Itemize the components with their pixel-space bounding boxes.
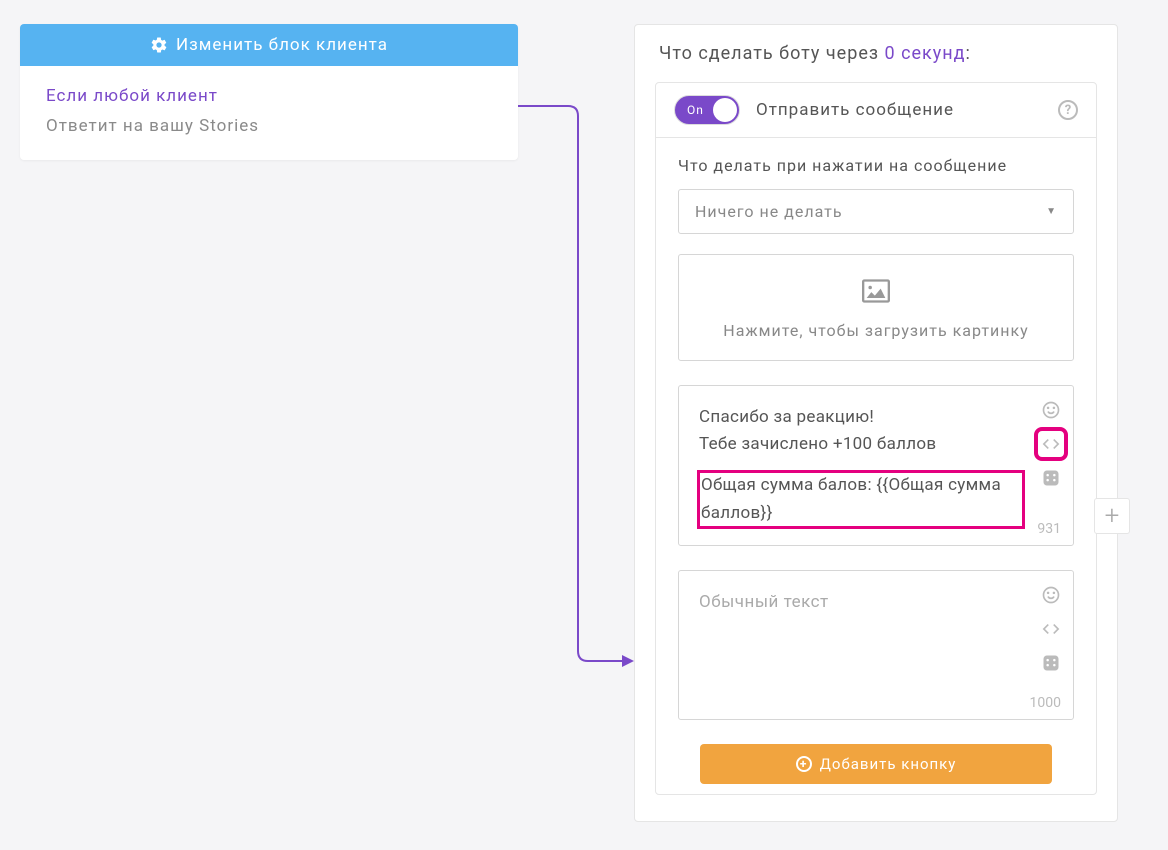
char-count-1: 931	[1037, 521, 1061, 537]
action-toggle[interactable]: On	[674, 95, 740, 125]
delay-value[interactable]: 0 секунд	[884, 43, 965, 64]
chevron-down-icon: ▼	[1046, 206, 1057, 217]
image-upload-area[interactable]: Нажмите, чтобы загрузить картинку	[678, 254, 1074, 361]
message-text-box-2[interactable]: Обычный текст 1000	[678, 570, 1074, 720]
action-card: On Отправить сообщение ? Что делать при …	[655, 82, 1097, 795]
plus-circle-icon: +	[796, 756, 812, 772]
client-condition-line[interactable]: Если любой клиент	[46, 86, 492, 106]
client-trigger-line: Ответит на вашу Stories	[46, 116, 492, 136]
client-block-body: Если любой клиент Ответит на вашу Storie…	[20, 66, 518, 160]
dice-icon[interactable]	[1039, 466, 1063, 490]
bot-block-title: Что сделать боту через 0 секунд:	[635, 25, 1117, 82]
code-icon[interactable]	[1039, 432, 1063, 456]
toggle-knob	[713, 98, 737, 122]
dice-icon[interactable]	[1039, 651, 1063, 675]
add-button[interactable]: + Добавить кнопку	[700, 744, 1052, 784]
action-title: Отправить сообщение	[756, 100, 1042, 120]
add-action-button[interactable]: +	[1094, 498, 1130, 534]
upload-text: Нажмите, чтобы загрузить картинку	[689, 321, 1063, 340]
code-icon[interactable]	[1039, 617, 1063, 641]
help-icon[interactable]: ?	[1058, 100, 1078, 120]
click-action-select[interactable]: Ничего не делать ▼	[678, 189, 1074, 234]
client-block-header[interactable]: Изменить блок клиента	[20, 24, 518, 66]
gear-icon	[150, 36, 168, 54]
action-header: On Отправить сообщение ?	[656, 83, 1096, 138]
client-block-header-label: Изменить блок клиента	[176, 35, 388, 55]
client-block: Изменить блок клиента Если любой клиент …	[20, 24, 518, 160]
emoji-icon[interactable]	[1039, 398, 1063, 422]
message-text-box-1[interactable]: Спасибо за реакцию! Тебе зачислено +100 …	[678, 385, 1074, 546]
message-2-placeholder: Обычный текст	[699, 589, 1023, 616]
bot-block: Что сделать боту через 0 секунд: On Отпр…	[634, 24, 1118, 822]
char-count-2: 1000	[1030, 695, 1061, 711]
emoji-icon[interactable]	[1039, 583, 1063, 607]
variable-highlight: Общая сумма балов: {{Общая сумма баллов}…	[699, 472, 1023, 526]
image-icon	[689, 279, 1063, 303]
click-action-label: Что делать при нажатии на сообщение	[678, 156, 1074, 175]
